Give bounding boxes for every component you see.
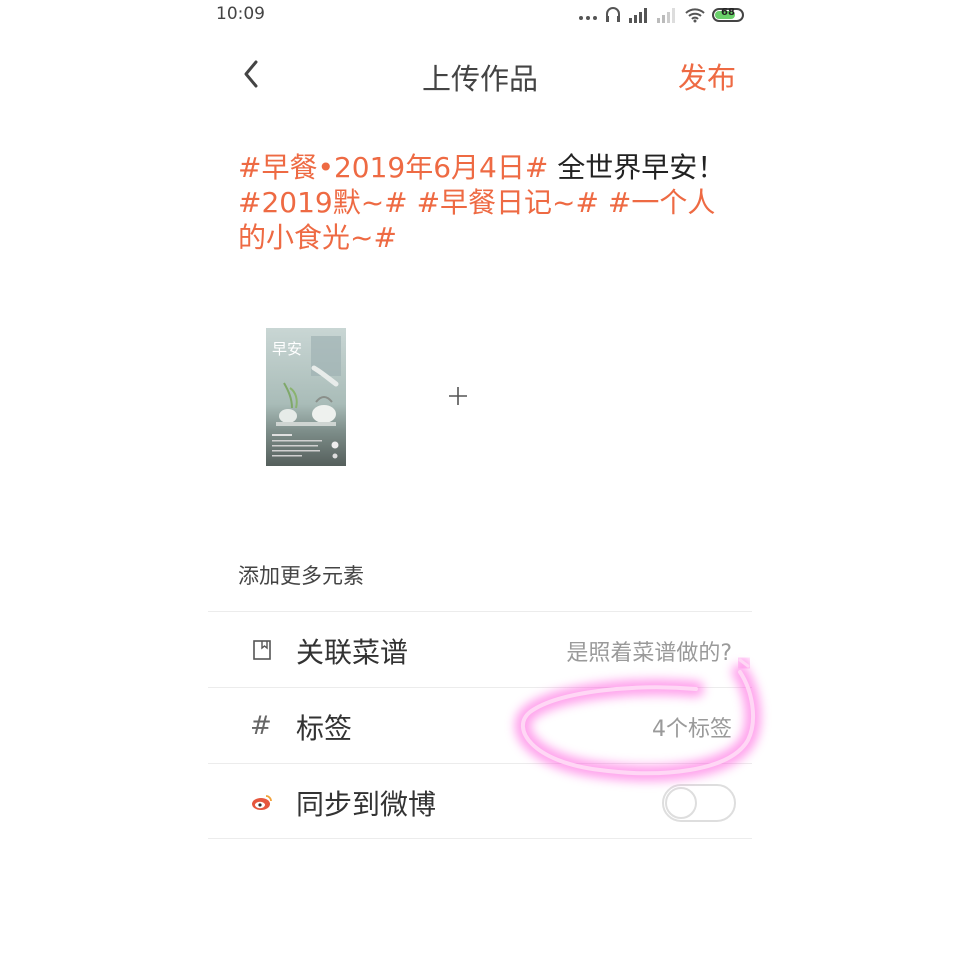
page-title: 上传作品 xyxy=(421,62,538,96)
nav-bar: 上传作品 发布 xyxy=(208,44,752,106)
upload-screen: 10:09 68 上传作品 发布 #早餐•2019年6月4日# 全世界早安！ #… xyxy=(208,0,752,960)
add-media-button[interactable] xyxy=(438,376,478,416)
status-icons: 68 xyxy=(578,6,744,24)
tags-row[interactable]: # 标签 4个标签 xyxy=(208,687,752,763)
plus-icon xyxy=(449,387,467,405)
hashtag-2019: #2019默~# xyxy=(238,186,408,219)
more-dots-icon xyxy=(579,16,597,20)
book-icon xyxy=(253,640,271,660)
caption-text[interactable]: #早餐•2019年6月4日# 全世界早安！ #2019默~# #早餐日记~# #… xyxy=(238,150,728,255)
tags-label: 标签 xyxy=(296,712,353,745)
link-recipe-hint: 是照着菜谱做的? xyxy=(566,641,732,666)
battery-level: 68 xyxy=(721,7,735,18)
headset-icon xyxy=(606,7,620,22)
sync-weibo-row: 同步到微博 xyxy=(208,763,752,839)
media-thumbnail[interactable]: 早安 xyxy=(266,328,346,466)
link-recipe-row[interactable]: 关联菜谱 是照着菜谱做的? xyxy=(208,611,752,687)
weibo-icon xyxy=(252,795,272,810)
wifi-icon xyxy=(685,8,705,23)
thumbnail-image: 早安 xyxy=(266,328,346,466)
caption-greeting: 全世界早安！ xyxy=(548,151,726,184)
hashtag-date: #早餐•2019年6月4日# xyxy=(238,151,549,184)
status-bar: 10:09 68 xyxy=(208,0,752,30)
link-recipe-label: 关联菜谱 xyxy=(296,636,409,669)
signal-icon xyxy=(629,8,647,23)
more-elements-heading: 添加更多元素 xyxy=(238,564,364,588)
battery-icon: 68 xyxy=(712,7,744,22)
hash-icon: # xyxy=(250,711,272,741)
thumbnail-title: 早安 xyxy=(272,340,302,358)
status-time: 10:09 xyxy=(216,4,265,24)
sync-weibo-label: 同步到微博 xyxy=(296,788,437,821)
hashtag-breakfast-diary: #早餐日记~# xyxy=(416,186,599,219)
sync-weibo-toggle[interactable] xyxy=(662,784,736,822)
signal-weak-icon xyxy=(657,8,675,23)
toggle-knob xyxy=(665,787,697,819)
publish-button[interactable]: 发布 xyxy=(678,55,736,97)
tags-count: 4个标签 xyxy=(652,717,732,742)
